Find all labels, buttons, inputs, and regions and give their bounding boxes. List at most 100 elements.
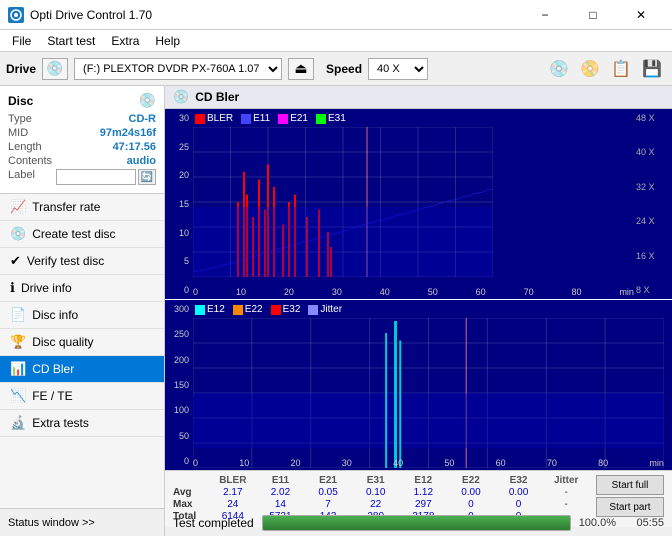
stats-avg-row: Avg 2.17 2.02 0.05 0.10 1.12 0.00 0.00 - xyxy=(173,487,590,498)
disc-label-row: Label 🔄 xyxy=(8,169,156,185)
y-label-30: 30 xyxy=(167,113,191,123)
stats-header-jitter: Jitter xyxy=(542,475,590,486)
stats-header-e22: E22 xyxy=(447,475,495,486)
menu-help[interactable]: Help xyxy=(147,32,188,50)
disc-label-refresh-btn[interactable]: 🔄 xyxy=(138,169,156,185)
x2-label-20: 20 xyxy=(291,458,301,468)
x-label-10: 10 xyxy=(236,287,246,297)
x-label-60: 60 xyxy=(476,287,486,297)
disc-length-value: 47:17.56 xyxy=(113,141,156,153)
nav-item-verify-test-disc[interactable]: ✔Verify test disc xyxy=(0,248,164,275)
legend-jitter: Jitter xyxy=(308,304,342,315)
app-title: Opti Drive Control 1.70 xyxy=(30,8,152,22)
speed-label: Speed xyxy=(326,62,362,76)
chart-top-x-axis: 0 10 20 30 40 50 60 70 80 min xyxy=(193,287,634,297)
x-label-30: 30 xyxy=(332,287,342,297)
nav-item-disc-quality[interactable]: 🏆Disc quality xyxy=(0,329,164,356)
toolbar-disc-btn[interactable]: 💿 xyxy=(545,56,573,82)
speed-select[interactable]: 40 X xyxy=(368,58,428,80)
menu-extra[interactable]: Extra xyxy=(103,32,147,50)
menu-start-test[interactable]: Start test xyxy=(39,32,103,50)
stats-max-e11: 14 xyxy=(257,499,305,510)
progress-text: 100.0% xyxy=(579,517,616,529)
x-label-70: 70 xyxy=(524,287,534,297)
status-text: Test completed xyxy=(173,516,254,530)
nav-item-fe-te[interactable]: 📉FE / TE xyxy=(0,383,164,410)
maximize-button[interactable]: □ xyxy=(570,0,616,30)
y-right-16x: 16 X xyxy=(636,251,670,261)
chart-bottom-legend: E12 E22 E32 Jitter xyxy=(195,304,342,315)
stats-avg-label: Avg xyxy=(173,487,209,498)
nav-item-transfer-rate[interactable]: 📈Transfer rate xyxy=(0,194,164,221)
nav-icon-create-test-disc: 💿 xyxy=(10,226,26,242)
status-window-label: Status window >> xyxy=(8,517,95,529)
nav-item-extra-tests[interactable]: 🔬Extra tests xyxy=(0,410,164,437)
x2-label-60: 60 xyxy=(496,458,506,468)
panel-header: 💿 CD Bler xyxy=(165,86,672,109)
x-label-50: 50 xyxy=(428,287,438,297)
y-right-48x: 48 X xyxy=(636,113,670,123)
y-label-10: 10 xyxy=(167,228,191,238)
nav-item-drive-info[interactable]: ℹDrive info xyxy=(0,275,164,302)
y-right-24x: 24 X xyxy=(636,216,670,226)
nav-list: 📈Transfer rate💿Create test disc✔Verify t… xyxy=(0,194,164,437)
disc-mid-value: 97m24s16f xyxy=(100,127,156,139)
disc-mid-label: MID xyxy=(8,127,28,139)
minimize-button[interactable]: − xyxy=(522,0,568,30)
app-icon xyxy=(8,7,24,23)
nav-label-transfer-rate: Transfer rate xyxy=(32,200,100,214)
nav-icon-disc-quality: 🏆 xyxy=(10,334,26,350)
nav-item-disc-info[interactable]: 📄 Disc info xyxy=(0,302,164,329)
stats-header-e31: E31 xyxy=(352,475,400,486)
disc-label-label: Label xyxy=(8,169,35,185)
stats-avg-e31: 0.10 xyxy=(352,487,400,498)
stats-header-e11: E11 xyxy=(257,475,305,486)
x2-label-10: 10 xyxy=(239,458,249,468)
eject-button[interactable]: ⏏ xyxy=(288,58,314,80)
y-label-250: 250 xyxy=(167,329,191,339)
y-label-5: 5 xyxy=(167,256,191,266)
y-label-100: 100 xyxy=(167,405,191,415)
status-right: Test completed 100.0% 05:55 xyxy=(165,515,672,531)
chart-bottom: E12 E22 E32 Jitter 300 250 200 150 100 5… xyxy=(165,300,672,470)
y-label-300: 300 xyxy=(167,304,191,314)
x2-label-30: 30 xyxy=(342,458,352,468)
nav-item-cd-bler[interactable]: 📊CD Bler xyxy=(0,356,164,383)
y-label-20: 20 xyxy=(167,170,191,180)
sidebar: Disc 💿 Type CD-R MID 97m24s16f Length 47… xyxy=(0,86,165,508)
nav-label-disc-info: Disc info xyxy=(32,308,78,322)
drive-select[interactable]: (F:) PLEXTOR DVDR PX-760A 1.07 xyxy=(74,58,282,80)
chart-top-y-axis: 30 25 20 15 10 5 0 xyxy=(165,109,193,299)
disc-length-row: Length 47:17.56 xyxy=(8,141,156,153)
disc-label-input[interactable] xyxy=(56,169,136,185)
start-full-button[interactable]: Start full xyxy=(596,475,664,495)
x-label-80: 80 xyxy=(572,287,582,297)
toolbar-save-btn[interactable]: 💾 xyxy=(638,56,666,82)
chart-bottom-y-axis: 300 250 200 150 100 50 0 xyxy=(165,300,193,470)
toolbar-disc2-btn[interactable]: 📀 xyxy=(576,56,604,82)
y-right-32x: 32 X xyxy=(636,182,670,192)
y-label-25: 25 xyxy=(167,142,191,152)
y-label-0b: 0 xyxy=(167,456,191,466)
nav-item-create-test-disc[interactable]: 💿Create test disc xyxy=(0,221,164,248)
status-window-button[interactable]: Status window >> xyxy=(0,509,165,536)
disc-type-row: Type CD-R xyxy=(8,113,156,125)
y-label-0: 0 xyxy=(167,285,191,295)
legend-e32: E32 xyxy=(271,304,301,315)
x2-label-40: 40 xyxy=(393,458,403,468)
menu-file[interactable]: File xyxy=(4,32,39,50)
nav-icon-disc-info: 📄 xyxy=(10,307,26,323)
stats-max-e12: 297 xyxy=(400,499,448,510)
x-label-20: 20 xyxy=(284,287,294,297)
y-label-150: 150 xyxy=(167,380,191,390)
disc-panel: Disc 💿 Type CD-R MID 97m24s16f Length 47… xyxy=(0,86,164,194)
nav-label-extra-tests: Extra tests xyxy=(32,416,89,430)
x-unit: min xyxy=(619,287,634,297)
main-area: Disc 💿 Type CD-R MID 97m24s16f Length 47… xyxy=(0,86,672,508)
toolbar-copy-btn[interactable]: 📋 xyxy=(607,56,635,82)
close-button[interactable]: ✕ xyxy=(618,0,664,30)
panel-cd-icon: 💿 xyxy=(173,89,189,105)
legend-e21: E21 xyxy=(278,113,308,124)
panel-title: CD Bler xyxy=(195,90,239,104)
stats-header-row: BLER E11 E21 E31 E12 E22 E32 Jitter xyxy=(173,475,590,486)
